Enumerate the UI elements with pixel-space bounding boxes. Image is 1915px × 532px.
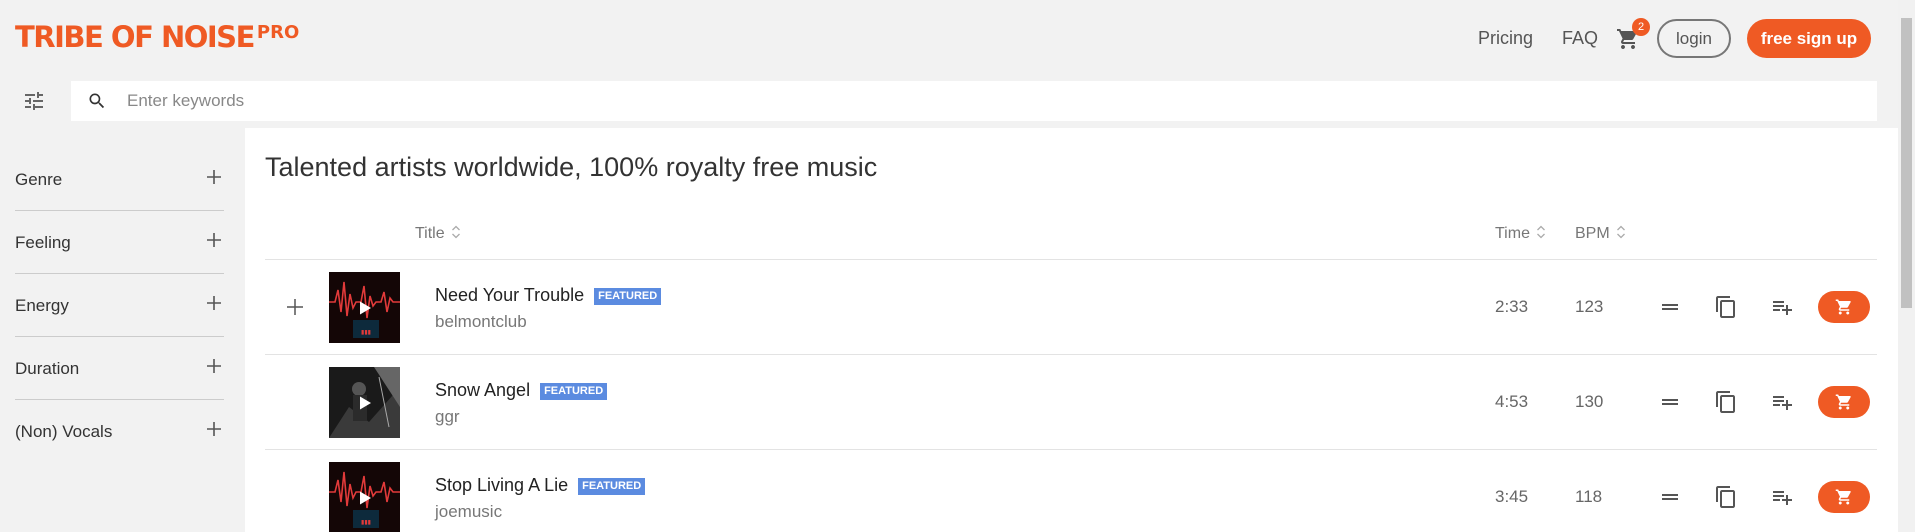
track-row[interactable]: ▮▮▮ Stop Living A Lie FEATURED joemusic 3…: [265, 450, 1877, 532]
header-cart-button[interactable]: 2: [1616, 18, 1650, 52]
column-bpm-header[interactable]: BPM: [1575, 225, 1626, 243]
track-cover[interactable]: ▮▮▮: [329, 272, 400, 343]
track-row[interactable]: Snow Angel FEATURED ggr 4:53 130: [265, 355, 1877, 450]
filter-energy[interactable]: Energy: [15, 274, 224, 337]
playlist-add-icon[interactable]: [1770, 485, 1794, 509]
track-cover[interactable]: [329, 367, 400, 438]
results-panel: Talented artists worldwide, 100% royalty…: [245, 128, 1898, 532]
sort-icon: [451, 225, 460, 239]
playlist-add-icon[interactable]: [1770, 390, 1794, 414]
track-cover[interactable]: ▮▮▮: [329, 462, 400, 532]
featured-badge: FEATURED: [594, 288, 662, 305]
filter-duration[interactable]: Duration: [15, 337, 224, 400]
play-icon[interactable]: [357, 490, 373, 506]
search-bar: [71, 81, 1877, 121]
plus-icon: [207, 296, 221, 310]
copy-icon[interactable]: [1714, 485, 1738, 509]
track-row[interactable]: ▮▮▮ Need Your Trouble FEATURED belmontclu…: [265, 260, 1877, 355]
filter-label: Energy: [15, 296, 69, 315]
add-to-cart-button[interactable]: [1818, 386, 1870, 418]
filter-label: (Non) Vocals: [15, 422, 113, 441]
nav-faq-link[interactable]: FAQ: [1562, 27, 1598, 49]
track-title[interactable]: Snow Angel: [435, 380, 530, 400]
plus-icon: [207, 359, 221, 373]
column-title-label: Title: [415, 225, 445, 242]
free-signup-button[interactable]: free sign up: [1747, 19, 1871, 58]
filter-vocals[interactable]: (Non) Vocals: [15, 400, 224, 463]
track-bpm: 123: [1575, 297, 1604, 316]
add-to-cart-button[interactable]: [1818, 481, 1870, 513]
plus-icon: [207, 233, 221, 247]
track-time: 4:53: [1495, 392, 1529, 411]
track-artist[interactable]: ggr: [435, 407, 460, 427]
drag-handle-icon[interactable]: [1658, 295, 1682, 319]
column-time-header[interactable]: Time: [1495, 225, 1546, 243]
filter-label: Genre: [15, 170, 63, 189]
track-time: 3:45: [1495, 487, 1529, 506]
brand-logo[interactable]: TRIBE OF NOISE PRO: [15, 22, 299, 52]
top-header: TRIBE OF NOISE PRO Pricing FAQ 2 login fr…: [0, 0, 1898, 76]
play-icon[interactable]: [357, 395, 373, 411]
page-title: Talented artists worldwide, 100% royalty…: [265, 152, 878, 182]
svg-text:▮▮▮: ▮▮▮: [361, 329, 371, 336]
column-time-label: Time: [1495, 225, 1530, 242]
svg-text:▮▮▮: ▮▮▮: [361, 519, 371, 526]
page-scrollbar[interactable]: [1898, 0, 1915, 532]
table-header: Title Time BPM: [265, 208, 1877, 260]
scrollbar-thumb[interactable]: [1901, 18, 1912, 308]
tune-icon: [25, 92, 43, 110]
nav-pricing-link[interactable]: Pricing: [1478, 27, 1533, 49]
track-time: 2:33: [1495, 297, 1529, 316]
play-icon[interactable]: [357, 300, 373, 316]
filter-sidebar: Genre Feeling Energy Duration (Non) Voca…: [15, 148, 224, 463]
track-artist[interactable]: belmontclub: [435, 312, 527, 332]
column-bpm-label: BPM: [1575, 225, 1610, 242]
add-to-cart-button[interactable]: [1818, 291, 1870, 323]
column-title-header[interactable]: Title: [415, 225, 461, 243]
plus-icon: [207, 170, 221, 184]
track-artist[interactable]: joemusic: [435, 502, 502, 522]
copy-icon[interactable]: [1714, 295, 1738, 319]
track-bpm: 118: [1575, 487, 1603, 506]
track-bpm: 130: [1575, 392, 1604, 411]
playlist-add-icon[interactable]: [1770, 295, 1794, 319]
track-title[interactable]: Need Your Trouble: [435, 285, 584, 305]
filter-genre[interactable]: Genre: [15, 148, 224, 211]
filter-toggle-button[interactable]: [22, 89, 48, 113]
sort-icon: [1537, 225, 1545, 239]
filter-label: Duration: [15, 359, 80, 378]
logo-suffix: PRO: [256, 22, 300, 43]
search-icon: [89, 93, 105, 109]
logo-text: TRIBE OF NOISE: [15, 20, 255, 54]
plus-icon: [207, 422, 221, 436]
cart-icon: [1835, 489, 1851, 505]
login-button[interactable]: login: [1657, 19, 1731, 58]
cart-count-badge: 2: [1632, 18, 1650, 36]
plus-icon[interactable]: [287, 299, 303, 315]
cart-icon: [1835, 394, 1851, 410]
search-input[interactable]: [127, 81, 1827, 121]
sort-icon: [1616, 225, 1625, 239]
featured-badge: FEATURED: [540, 383, 608, 400]
copy-icon[interactable]: [1714, 390, 1738, 414]
filter-feeling[interactable]: Feeling: [15, 211, 224, 274]
drag-handle-icon[interactable]: [1658, 485, 1682, 509]
featured-badge: FEATURED: [578, 478, 646, 495]
filter-label: Feeling: [15, 233, 71, 252]
track-title[interactable]: Stop Living A Lie: [435, 475, 568, 495]
drag-handle-icon[interactable]: [1658, 390, 1682, 414]
cart-icon: [1835, 299, 1851, 315]
